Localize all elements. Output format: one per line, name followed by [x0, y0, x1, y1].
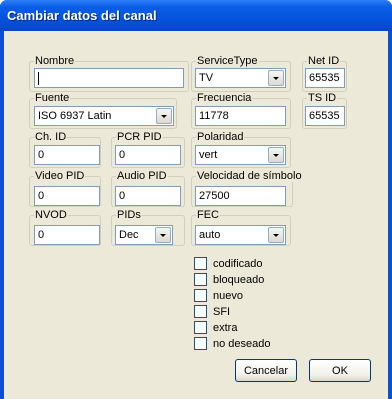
chevron-down-icon — [273, 76, 279, 80]
checkbox-label: SFI — [213, 305, 231, 318]
checkbox-label: extra — [213, 321, 238, 334]
checkbox-box[interactable] — [194, 321, 207, 334]
service-type-value: TV — [199, 72, 214, 84]
fec-dropdown-button[interactable] — [268, 227, 284, 243]
text-cursor — [38, 72, 39, 85]
nombre-label: Nombre — [34, 55, 76, 67]
pids-value: Dec — [119, 229, 139, 241]
fec-value: auto — [199, 229, 221, 241]
window-title: Cambiar datos del canal — [7, 8, 157, 23]
chevron-down-icon — [161, 114, 167, 118]
checkbox-label: bloqueado — [213, 273, 265, 286]
checkbox-box[interactable] — [194, 289, 207, 302]
ts-id-input[interactable]: 65535 — [305, 106, 345, 126]
checkbox-label: codificado — [213, 257, 263, 270]
checkbox-label: no deseado — [213, 337, 271, 350]
checkbox-bloqueado[interactable]: bloqueado — [194, 273, 264, 286]
checkbox-extra[interactable]: extra — [194, 321, 237, 334]
audio-pid-label: Audio PID — [116, 170, 168, 182]
audio-pid-input[interactable]: 0 — [115, 186, 181, 206]
polaridad-select[interactable]: vert — [195, 145, 286, 165]
checkbox-nuevo[interactable]: nuevo — [194, 289, 243, 302]
ch-id-label: Ch. ID — [34, 131, 68, 143]
checkbox-codificado[interactable]: codificado — [194, 257, 263, 270]
checkbox-sfi[interactable]: SFI — [194, 305, 230, 318]
net-id-input[interactable]: 65535 — [305, 68, 345, 88]
chevron-down-icon — [160, 233, 166, 237]
checkbox-box[interactable] — [194, 305, 207, 318]
frecuencia-label: Frecuencia — [196, 92, 253, 104]
velocidad-label: Velocidad de símbolo — [196, 170, 303, 182]
chevron-down-icon — [273, 153, 279, 157]
checkbox-label: nuevo — [213, 289, 243, 302]
service-type-dropdown-button[interactable] — [268, 70, 284, 86]
net-id-label: Net ID — [307, 55, 341, 67]
ts-id-label: TS ID — [307, 92, 338, 104]
checkbox-box[interactable] — [194, 337, 207, 350]
fec-select[interactable]: auto — [195, 225, 286, 245]
polaridad-dropdown-button[interactable] — [268, 147, 284, 163]
polaridad-label: Polaridad — [196, 131, 245, 143]
polaridad-value: vert — [199, 149, 218, 161]
cancel-button[interactable]: Cancelar — [235, 359, 297, 382]
video-pid-label: Video PID — [34, 170, 86, 182]
nvod-label: NVOD — [34, 209, 68, 221]
velocidad-input[interactable]: 27500 — [195, 186, 286, 206]
ok-button[interactable]: OK — [309, 359, 371, 382]
dialog-window: Cambiar datos del canal Nombre ServiceTy… — [0, 0, 392, 399]
pids-select[interactable]: Dec — [115, 225, 173, 245]
service-type-label: ServiceType — [196, 55, 259, 67]
pids-label: PIDs — [116, 209, 142, 221]
checkbox-box[interactable] — [194, 257, 207, 270]
chevron-down-icon — [273, 233, 279, 237]
nombre-input[interactable] — [34, 68, 184, 88]
video-pid-input[interactable]: 0 — [34, 186, 100, 206]
fec-label: FEC — [196, 209, 220, 221]
title-bar[interactable]: Cambiar datos del canal — [0, 0, 392, 31]
fuente-dropdown-button[interactable] — [156, 108, 172, 124]
frecuencia-input[interactable]: 11778 — [195, 106, 286, 126]
service-type-select[interactable]: TV — [195, 68, 286, 88]
ch-id-input[interactable]: 0 — [34, 145, 100, 165]
pids-dropdown-button[interactable] — [155, 227, 171, 243]
fuente-label: Fuente — [34, 92, 71, 104]
nvod-input[interactable]: 0 — [34, 225, 100, 245]
dialog-client-area: Nombre ServiceType TV Net ID 65535 Fuent… — [4, 31, 388, 399]
fuente-value: ISO 6937 Latin — [38, 110, 112, 122]
checkbox-box[interactable] — [194, 273, 207, 286]
pcr-pid-input[interactable]: 0 — [115, 145, 181, 165]
pcr-pid-label: PCR PID — [116, 131, 163, 143]
checkbox-no-deseado[interactable]: no deseado — [194, 337, 271, 350]
fuente-select[interactable]: ISO 6937 Latin — [34, 106, 174, 126]
